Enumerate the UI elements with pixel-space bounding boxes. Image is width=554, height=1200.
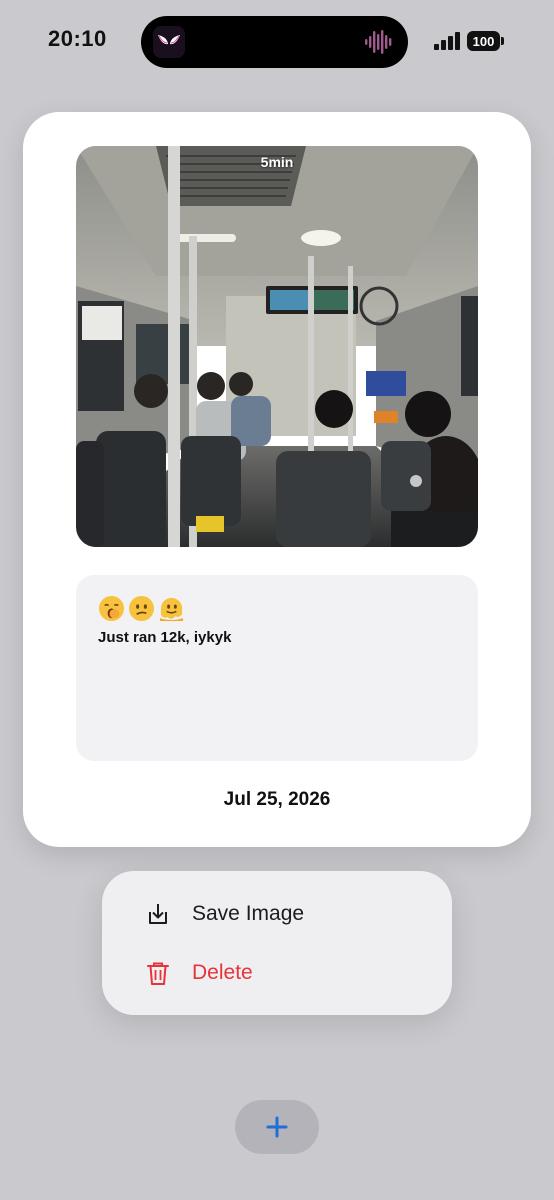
battery-icon: 100: [467, 31, 505, 51]
memory-card[interactable]: 5min Just ran 12k, iykyk Jul 25, 2026: [23, 112, 531, 847]
status-bar: 20:10 100: [0, 0, 554, 84]
entry-date: Jul 25, 2026: [223, 789, 331, 810]
dynamic-island[interactable]: [141, 16, 408, 68]
emoji-row: [98, 595, 185, 622]
yawning-face-emoji: [98, 595, 125, 622]
delete-button[interactable]: Delete: [102, 944, 452, 1002]
bus-interior-photo[interactable]: 5min: [76, 146, 478, 547]
trash-icon: [147, 962, 169, 985]
melting-face-emoji: [159, 597, 184, 622]
spider-mask-app-icon: [153, 26, 185, 58]
save-download-icon: [149, 904, 167, 924]
save-image-button[interactable]: Save Image: [102, 885, 452, 943]
battery-level: 100: [467, 31, 500, 51]
note-text: Just ran 12k, iykyk: [98, 629, 232, 646]
add-button[interactable]: [235, 1100, 319, 1154]
delete-label: Delete: [192, 961, 253, 984]
confused-face-emoji: [128, 595, 155, 622]
audio-waveform-icon: [364, 28, 394, 56]
context-menu: Save Image Delete: [102, 871, 452, 1015]
save-image-label: Save Image: [192, 902, 305, 925]
note-box[interactable]: Just ran 12k, iykyk: [76, 575, 478, 761]
plus-icon: [266, 1116, 288, 1138]
photo-duration-label: 5min: [260, 154, 294, 170]
status-time: 20:10: [48, 26, 107, 51]
cellular-signal-icon: [434, 32, 462, 50]
